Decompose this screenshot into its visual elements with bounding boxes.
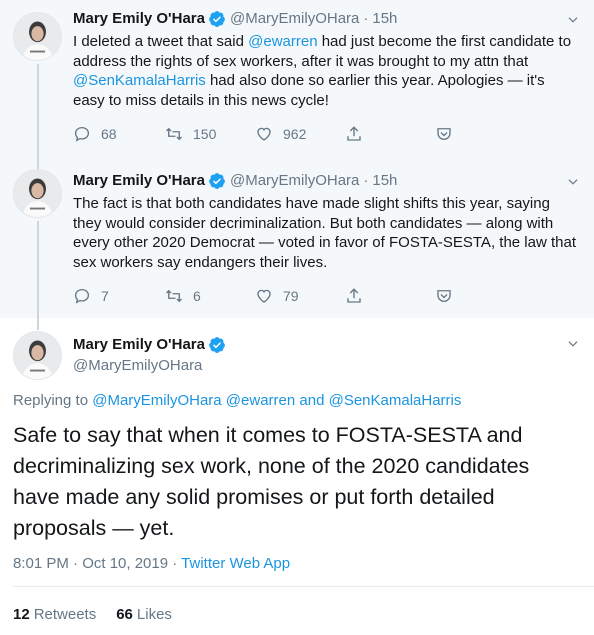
- replying-to-mention[interactable]: @MaryEmilyOHara: [92, 392, 221, 409]
- author-handle[interactable]: @MaryEmilyOHara: [230, 9, 359, 29]
- replying-to-and: and: [299, 392, 325, 409]
- reply-count: 68: [101, 126, 117, 142]
- avatar-image: [14, 332, 61, 379]
- tweet-header: Mary Emily O'Hara @MaryEmilyOHara · 15h: [73, 171, 397, 191]
- share-icon: [347, 126, 361, 141]
- divider: [13, 586, 594, 587]
- separator-dot: ·: [363, 172, 369, 189]
- tweet-actions: 68 150 962: [73, 124, 453, 144]
- share-icon: [347, 288, 361, 303]
- heart-icon: [257, 127, 271, 141]
- main-tweet: Mary Emily O'Hara @MaryEmilyOHara Replyi…: [0, 318, 594, 635]
- verified-badge-icon: [209, 11, 225, 27]
- tweet-text: I deleted a tweet that said @ewarren had…: [73, 32, 578, 111]
- reply-button[interactable]: 68: [73, 125, 165, 143]
- retweet-button[interactable]: 150: [165, 125, 255, 143]
- main-tweet-header: Mary Emily O'Hara @MaryEmilyOHara: [73, 335, 230, 376]
- thread-tweet-1[interactable]: Mary Emily O'Hara @MaryEmilyOHara · 15h …: [0, 0, 594, 161]
- replying-to-mention[interactable]: @ewarren: [226, 392, 295, 409]
- thread-tweet-2[interactable]: Mary Emily O'Hara @MaryEmilyOHara · 15h …: [0, 161, 594, 318]
- tweet-text-part: I deleted a tweet that said: [73, 33, 249, 50]
- tweet-stats: 12 Retweets 66 Likes: [13, 606, 172, 623]
- replying-to: Replying to @MaryEmilyOHara @ewarren and…: [13, 392, 461, 409]
- thread-connector-line: [37, 64, 39, 161]
- retweet-count: 6: [193, 288, 201, 304]
- share-button[interactable]: [345, 287, 435, 305]
- author-name[interactable]: Mary Emily O'Hara: [73, 335, 205, 355]
- author-name[interactable]: Mary Emily O'Hara: [73, 171, 205, 191]
- tweet-timestamp[interactable]: 8:01 PM · Oct 10, 2019 ·: [13, 555, 177, 572]
- author-handle[interactable]: @MaryEmilyOHara: [73, 356, 230, 376]
- like-count: 79: [283, 288, 299, 304]
- mention-link[interactable]: @SenKamalaHarris: [73, 72, 206, 89]
- replying-to-label: Replying to: [13, 392, 89, 409]
- retweet-button[interactable]: 6: [165, 287, 255, 305]
- avatar[interactable]: [13, 12, 62, 61]
- verified-badge-icon: [209, 337, 225, 353]
- retweets-stat[interactable]: 12 Retweets: [13, 606, 96, 623]
- like-button[interactable]: 962: [255, 125, 345, 143]
- separator-dot: ·: [363, 10, 369, 27]
- tweet-client-link[interactable]: Twitter Web App: [181, 555, 290, 572]
- retweets-label: Retweets: [33, 606, 97, 623]
- pocket-icon: [437, 290, 451, 302]
- reply-button[interactable]: 7: [73, 287, 165, 305]
- likes-stat[interactable]: 66 Likes: [116, 606, 172, 623]
- pocket-button[interactable]: [435, 287, 453, 305]
- tweet-time[interactable]: 15h: [372, 171, 397, 191]
- avatar[interactable]: [13, 169, 62, 218]
- pocket-button[interactable]: [435, 125, 453, 143]
- heart-icon: [257, 289, 271, 303]
- like-count: 962: [283, 126, 307, 142]
- author-name[interactable]: Mary Emily O'Hara: [73, 9, 205, 29]
- retweet-icon: [166, 127, 182, 141]
- tweet-time[interactable]: 15h: [372, 9, 397, 29]
- retweet-icon: [166, 289, 182, 303]
- avatar[interactable]: [13, 331, 62, 380]
- thread-connector-line: [37, 161, 39, 169]
- reply-count: 7: [101, 288, 109, 304]
- author-handle[interactable]: @MaryEmilyOHara: [230, 171, 359, 191]
- reply-icon: [74, 126, 90, 142]
- tweet-text: The fact is that both candidates have ma…: [73, 195, 576, 272]
- pocket-icon: [437, 128, 451, 140]
- chevron-down-icon[interactable]: [566, 337, 580, 351]
- mention-link[interactable]: @ewarren: [248, 33, 317, 50]
- likes-count: 66: [116, 606, 133, 623]
- share-button[interactable]: [345, 125, 435, 143]
- tweet-header: Mary Emily O'Hara @MaryEmilyOHara · 15h: [73, 9, 397, 29]
- like-button[interactable]: 79: [255, 287, 345, 305]
- tweet-actions: 7 6 79: [73, 286, 453, 306]
- replying-to-mention[interactable]: @SenKamalaHarris: [329, 392, 462, 409]
- avatar-image: [14, 13, 61, 60]
- thread-connector-line: [37, 221, 39, 318]
- likes-label: Likes: [136, 606, 172, 623]
- reply-icon: [74, 288, 90, 304]
- thread-connector-line: [37, 318, 39, 330]
- retweets-count: 12: [13, 606, 30, 623]
- verified-badge-icon: [209, 173, 225, 189]
- retweet-count: 150: [193, 126, 217, 142]
- tweet-meta: 8:01 PM · Oct 10, 2019 · Twitter Web App: [13, 555, 290, 572]
- avatar-image: [14, 170, 61, 217]
- chevron-down-icon[interactable]: [566, 13, 580, 27]
- chevron-down-icon[interactable]: [566, 175, 580, 189]
- main-tweet-text: Safe to say that when it comes to FOSTA-…: [13, 423, 530, 540]
